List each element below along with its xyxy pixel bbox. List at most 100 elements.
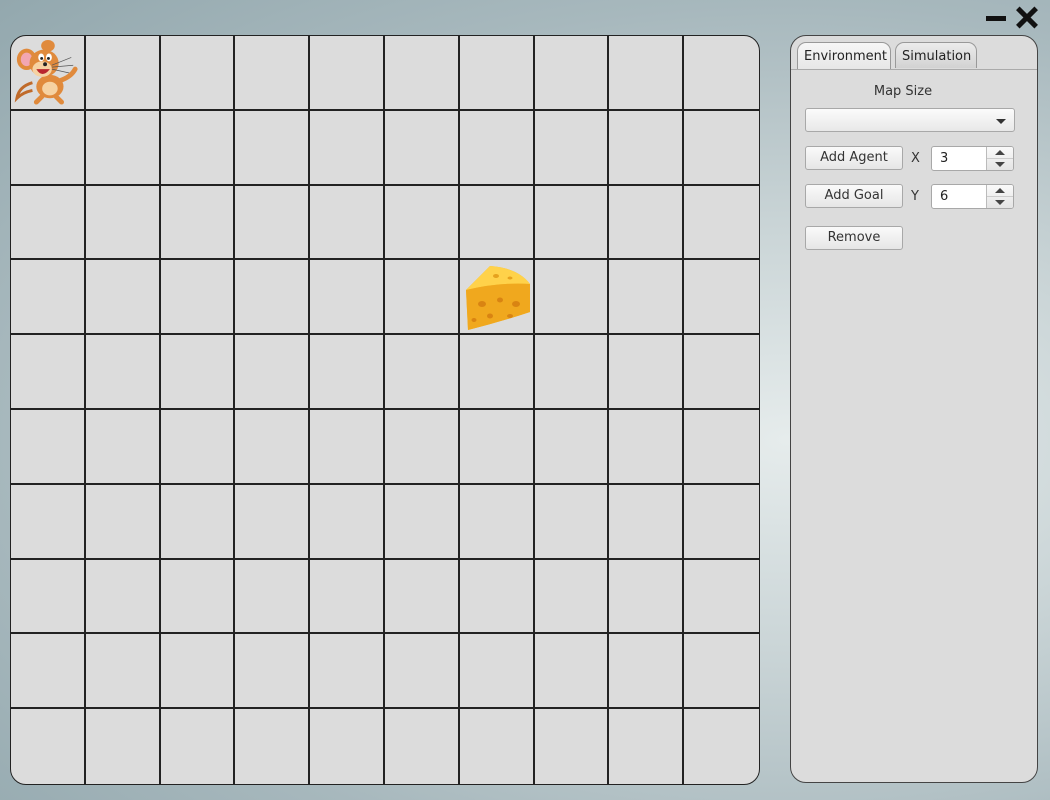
grid-cell[interactable] <box>310 36 385 111</box>
grid-cell[interactable] <box>11 634 86 710</box>
grid-cell[interactable] <box>310 335 385 410</box>
grid-cell[interactable] <box>85 110 161 186</box>
add-goal-button[interactable]: Add Goal <box>805 184 903 208</box>
x-decrement-icon[interactable] <box>987 159 1013 170</box>
grid-cell[interactable] <box>684 36 759 111</box>
x-increment-icon[interactable] <box>987 147 1013 159</box>
grid-cell[interactable] <box>609 559 685 635</box>
grid-cell[interactable] <box>235 634 311 710</box>
grid-cell[interactable] <box>609 410 685 485</box>
grid-cell[interactable] <box>459 634 535 710</box>
grid-cell[interactable] <box>310 709 385 784</box>
grid-cell[interactable] <box>534 185 610 261</box>
grid-cell[interactable] <box>534 110 610 186</box>
remove-button[interactable]: Remove <box>805 226 903 250</box>
grid-cell[interactable] <box>609 709 685 784</box>
grid-cell[interactable] <box>385 410 460 485</box>
grid-cell[interactable] <box>235 36 311 111</box>
grid-cell[interactable] <box>310 634 385 710</box>
grid-cell[interactable] <box>11 484 86 560</box>
grid-cell[interactable] <box>534 410 610 485</box>
grid-cell[interactable] <box>459 410 535 485</box>
map-size-select[interactable] <box>805 108 1015 132</box>
grid-cell[interactable] <box>310 185 385 261</box>
grid-cell[interactable] <box>459 110 535 186</box>
grid-cell[interactable] <box>235 484 311 560</box>
y-input[interactable] <box>932 185 988 208</box>
minimize-icon[interactable] <box>984 6 1008 30</box>
grid-cell[interactable] <box>609 335 685 410</box>
grid-cell[interactable] <box>459 559 535 635</box>
grid-cell[interactable] <box>459 260 535 336</box>
grid-cell[interactable] <box>85 335 161 410</box>
grid-cell[interactable] <box>160 185 236 261</box>
grid-cell[interactable] <box>235 260 311 336</box>
grid-cell[interactable] <box>161 709 236 784</box>
grid-cell[interactable] <box>86 709 161 784</box>
grid-cell[interactable] <box>684 410 759 485</box>
grid-cell[interactable] <box>310 260 385 336</box>
grid-cell[interactable] <box>684 335 759 410</box>
grid-cell[interactable] <box>609 484 685 560</box>
grid-cell[interactable] <box>235 110 311 186</box>
grid-cell[interactable] <box>160 484 236 560</box>
grid-cell[interactable] <box>534 634 610 710</box>
grid-cell[interactable] <box>11 559 86 635</box>
add-agent-button[interactable]: Add Agent <box>805 146 903 170</box>
grid-cell[interactable] <box>85 410 161 485</box>
grid-cell[interactable] <box>385 36 460 111</box>
grid-cell[interactable] <box>85 260 161 336</box>
grid-cell[interactable] <box>534 484 610 560</box>
grid-cell[interactable] <box>385 335 460 410</box>
grid-cell[interactable] <box>85 634 161 710</box>
grid-cell[interactable] <box>160 410 236 485</box>
grid-cell[interactable] <box>459 335 535 410</box>
grid-cell[interactable] <box>535 709 610 784</box>
grid-cell[interactable] <box>534 36 610 111</box>
grid-cell[interactable] <box>385 484 460 560</box>
grid-cell[interactable] <box>459 484 535 560</box>
grid-cell[interactable] <box>684 709 759 784</box>
tab-simulation[interactable]: Simulation <box>895 42 977 68</box>
grid-cell[interactable] <box>160 110 236 186</box>
grid-cell[interactable] <box>609 110 685 186</box>
grid-cell[interactable] <box>160 335 236 410</box>
grid-cell[interactable] <box>609 634 685 710</box>
y-increment-icon[interactable] <box>987 185 1013 197</box>
grid-cell[interactable] <box>235 410 311 485</box>
grid-cell[interactable] <box>609 260 685 336</box>
grid-cell[interactable] <box>684 186 759 261</box>
grid-cell[interactable] <box>534 260 610 336</box>
grid-cell[interactable] <box>385 110 460 186</box>
grid-cell[interactable] <box>85 36 161 111</box>
grid-cell[interactable] <box>160 559 236 635</box>
grid-cell[interactable] <box>85 185 161 261</box>
grid-cell[interactable] <box>460 709 535 784</box>
grid-cell[interactable] <box>11 410 86 485</box>
grid-cell[interactable] <box>534 335 610 410</box>
grid-cell[interactable] <box>11 709 86 784</box>
grid-cell[interactable] <box>684 111 759 186</box>
grid-cell[interactable] <box>684 485 759 560</box>
y-decrement-icon[interactable] <box>987 197 1013 208</box>
grid-cell[interactable] <box>11 335 86 410</box>
grid-cell[interactable] <box>310 559 385 635</box>
grid-cell[interactable] <box>385 709 460 784</box>
x-input[interactable] <box>932 147 988 170</box>
grid-cell[interactable] <box>235 185 311 261</box>
grid-cell[interactable] <box>534 559 610 635</box>
grid-cell[interactable] <box>160 634 236 710</box>
grid-cell[interactable] <box>11 260 86 336</box>
grid-cell[interactable] <box>310 484 385 560</box>
grid-cell[interactable] <box>160 260 236 336</box>
grid-cell[interactable] <box>609 36 685 111</box>
tab-environment[interactable]: Environment <box>797 42 891 70</box>
grid-cell[interactable] <box>385 634 460 710</box>
grid-cell[interactable] <box>684 634 759 710</box>
grid-cell[interactable] <box>310 410 385 485</box>
grid-cell[interactable] <box>310 110 385 186</box>
grid-cell[interactable] <box>11 36 86 111</box>
grid-cell[interactable] <box>160 36 236 111</box>
grid-cell[interactable] <box>235 709 311 784</box>
grid-cell[interactable] <box>385 185 460 261</box>
